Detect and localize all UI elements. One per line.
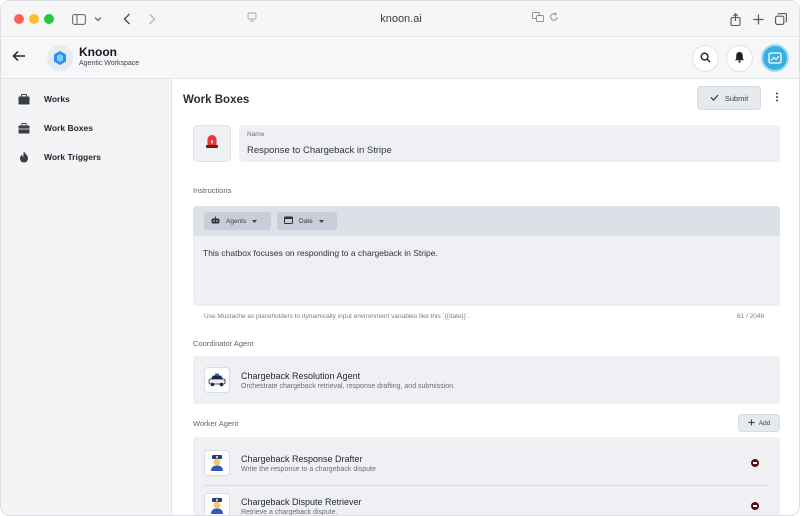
share-icon[interactable] — [727, 9, 743, 29]
police-officer-icon — [204, 493, 230, 515]
chevron-down-icon[interactable] — [92, 9, 104, 29]
url-text: knoon.ai — [380, 13, 422, 25]
bell-icon — [734, 50, 745, 68]
agents-dropdown[interactable]: Agents — [204, 212, 271, 230]
submit-label: Submit — [724, 93, 749, 103]
page-title: Work Boxes — [183, 94, 250, 106]
briefcase-icon — [18, 122, 30, 134]
check-icon — [710, 94, 719, 103]
back-arrow-icon[interactable] — [12, 50, 28, 66]
police-officer-icon — [204, 450, 230, 476]
name-value[interactable]: Response to Chargeback in Stripe — [247, 145, 392, 156]
reload-icon[interactable] — [549, 12, 559, 25]
folder-icon — [18, 93, 30, 105]
siren-icon — [205, 133, 219, 154]
coordinator-agent-card[interactable]: Chargeback Resolution Agent Orchestrate … — [193, 356, 780, 404]
sidebar-item-work-boxes[interactable]: Work Boxes — [1, 115, 171, 141]
user-avatar[interactable] — [761, 44, 789, 72]
tab-overview-icon[interactable] — [773, 9, 789, 29]
agent-description: Orchestrate chargeback retrieval, respon… — [241, 383, 455, 390]
address-bar[interactable]: knoon.ai — [239, 8, 563, 30]
brand-subtitle: Agentic Workspace — [79, 60, 140, 67]
flame-icon — [18, 151, 30, 163]
browser-window: knoon.ai Knoon Agentic Workspace Works W… — [0, 0, 800, 516]
add-worker-button[interactable]: Add — [738, 414, 780, 432]
sidebar-toggle-icon[interactable] — [70, 9, 88, 29]
character-counter: 61 / 2048 — [737, 313, 765, 320]
knoon-logo — [47, 45, 73, 71]
sidebar: Works Work Boxes Work Triggers — [1, 79, 172, 515]
coordinator-agent-label: Coordinator Agent — [193, 339, 254, 348]
remove-worker-button[interactable] — [751, 459, 759, 467]
add-label: Add — [758, 419, 771, 427]
sidebar-item-label: Work Triggers — [44, 152, 101, 162]
instructions-toolbar: Agents Date — [193, 206, 780, 236]
instructions-helper-text: Use Mustache as placeholders to dynamica… — [204, 313, 470, 320]
brand-title: Knoon — [79, 45, 117, 59]
close-window-button[interactable] — [14, 14, 24, 24]
zoom-window-button[interactable] — [44, 14, 54, 24]
main-content: Work Boxes Submit Name Response to Charg… — [172, 79, 799, 516]
calendar-icon — [284, 216, 293, 226]
agent-description: Write the response to a chargeback dispu… — [241, 466, 376, 473]
name-field[interactable]: Name Response to Chargeback in Stripe — [239, 125, 780, 162]
app-header: Knoon Agentic Workspace — [1, 38, 799, 79]
date-label: Date — [299, 217, 313, 225]
browser-toolbar: knoon.ai — [1, 1, 799, 37]
sidebar-item-works[interactable]: Works — [1, 86, 171, 112]
agent-description: Retrieve a chargeback dispute. — [241, 509, 338, 516]
translate-icon[interactable] — [532, 12, 544, 25]
agent-name: Chargeback Response Drafter — [241, 454, 363, 464]
forward-nav-icon[interactable] — [145, 9, 159, 29]
date-dropdown[interactable]: Date — [277, 212, 337, 230]
agent-name: Chargeback Resolution Agent — [241, 371, 361, 381]
caret-down-icon — [252, 218, 258, 225]
worker-agent-label: Worker Agent — [193, 419, 239, 428]
name-label: Name — [247, 131, 265, 138]
search-icon — [700, 50, 711, 68]
minimize-window-button[interactable] — [29, 14, 39, 24]
robot-icon — [211, 216, 220, 226]
agent-name: Chargeback Dispute Retriever — [241, 497, 362, 507]
sidebar-item-label: Works — [44, 94, 70, 104]
search-button[interactable] — [692, 45, 719, 72]
plus-icon — [748, 419, 755, 428]
row-divider — [204, 485, 769, 486]
sidebar-item-work-triggers[interactable]: Work Triggers — [1, 144, 171, 170]
sidebar-item-label: Work Boxes — [44, 123, 93, 133]
agents-label: Agents — [226, 217, 247, 225]
page-icon — [247, 12, 257, 25]
police-car-icon — [204, 367, 230, 393]
worker-agents-list: Chargeback Response Drafter Write the re… — [193, 437, 780, 516]
remove-worker-button[interactable] — [751, 502, 759, 510]
instructions-text[interactable]: This chatbox focuses on responding to a … — [203, 248, 438, 258]
submit-button[interactable]: Submit — [697, 86, 761, 110]
new-tab-icon[interactable] — [750, 9, 766, 29]
instructions-editor[interactable]: Agents Date This chatbox focuses on resp… — [193, 206, 780, 306]
more-options-icon[interactable] — [773, 92, 781, 104]
caret-down-icon — [318, 218, 324, 225]
work-box-icon-picker[interactable] — [193, 125, 231, 162]
back-nav-icon[interactable] — [120, 9, 134, 29]
notifications-button[interactable] — [726, 45, 753, 72]
instructions-label: Instructions — [193, 186, 232, 195]
